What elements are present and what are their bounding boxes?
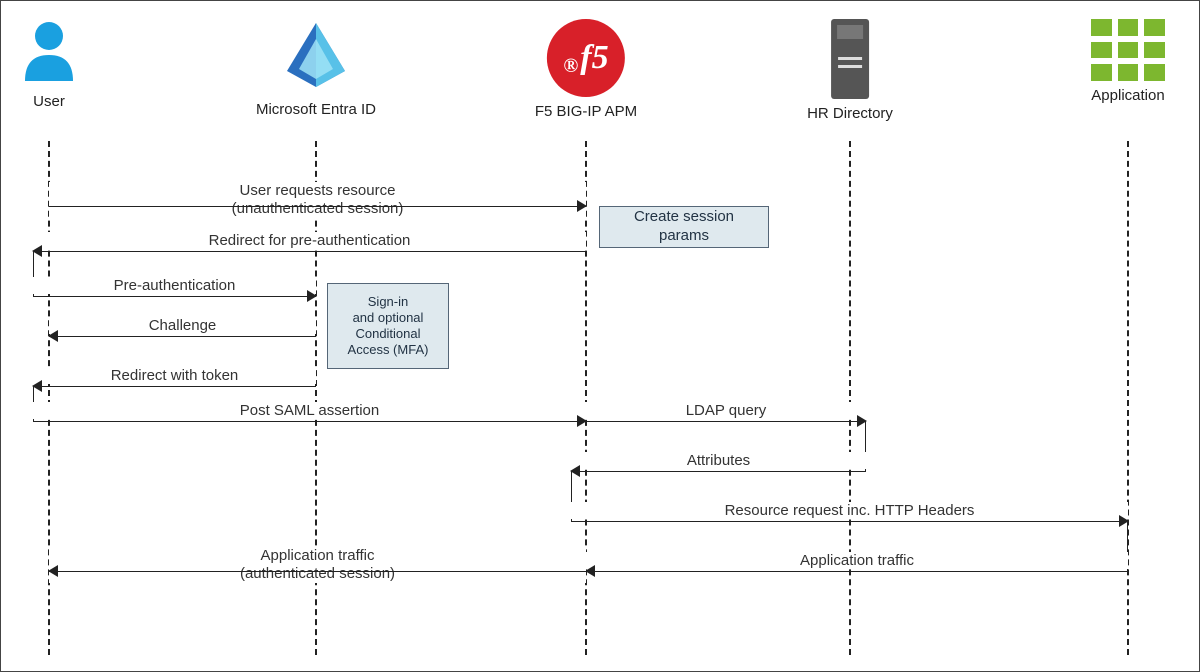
participant-f5-label: F5 BIG-IP APM <box>535 103 637 120</box>
msg-text: Redirect for pre-authentication <box>209 232 411 249</box>
msg-text: LDAP query <box>686 402 767 419</box>
msg-text: Attributes <box>687 452 750 469</box>
box-signin: Sign-in and optional Conditional Access … <box>327 283 449 369</box>
participant-user: User <box>21 19 77 110</box>
participant-hr-label: HR Directory <box>807 105 893 122</box>
participant-app: Application <box>1091 19 1165 104</box>
f5-icon: ®f5 <box>547 19 625 97</box>
msg-redirect-preauth: Redirect for pre-authentication <box>33 241 586 263</box>
msg-resource-request: Resource request inc. HTTP Headers <box>571 511 1128 533</box>
participant-entra-label: Microsoft Entra ID <box>256 101 376 118</box>
box-create-session: Create session params <box>599 206 769 248</box>
msg-text: User requests resource <box>240 182 396 199</box>
participant-user-label: User <box>33 93 65 110</box>
msg-text: Application traffic <box>800 552 914 569</box>
msg-text: Post SAML assertion <box>240 402 380 419</box>
msg-attributes: Attributes <box>571 461 866 483</box>
msg-text: Resource request inc. HTTP Headers <box>725 502 975 519</box>
msg-text: Challenge <box>149 317 217 334</box>
participant-hr: HR Directory <box>807 19 893 122</box>
grid-app-icon <box>1091 19 1165 81</box>
participant-entra: Microsoft Entra ID <box>256 19 376 118</box>
server-icon <box>831 19 869 99</box>
msg-app-traffic-left: Application traffic (authenticated sessi… <box>49 561 586 583</box>
msg-app-traffic-right: Application traffic <box>586 561 1128 583</box>
msg-subtext: (authenticated session) <box>240 565 395 582</box>
msg-challenge: Challenge <box>49 326 316 348</box>
msg-subtext: (unauthenticated session) <box>232 200 404 217</box>
msg-ldap-query: LDAP query <box>586 411 866 433</box>
sequence-diagram: User Microsoft Entra ID ®f5 F5 BIG-IP AP… <box>0 0 1200 672</box>
participant-f5: ®f5 F5 BIG-IP APM <box>535 19 637 120</box>
msg-preauth: Pre-authentication <box>33 286 316 308</box>
msg-redirect-token: Redirect with token <box>33 376 316 398</box>
msg-text: Redirect with token <box>111 367 239 384</box>
participant-app-label: Application <box>1091 87 1164 104</box>
msg-text: Application traffic <box>261 547 375 564</box>
user-icon <box>21 19 77 87</box>
box-text: Sign-in and optional Conditional Access … <box>348 294 429 359</box>
msg-text: Pre-authentication <box>114 277 236 294</box>
msg-user-requests-resource: User requests resource (unauthenticated … <box>49 196 586 218</box>
msg-post-saml: Post SAML assertion <box>33 411 586 433</box>
entra-icon <box>283 19 349 95</box>
box-text: Create session params <box>608 208 760 246</box>
